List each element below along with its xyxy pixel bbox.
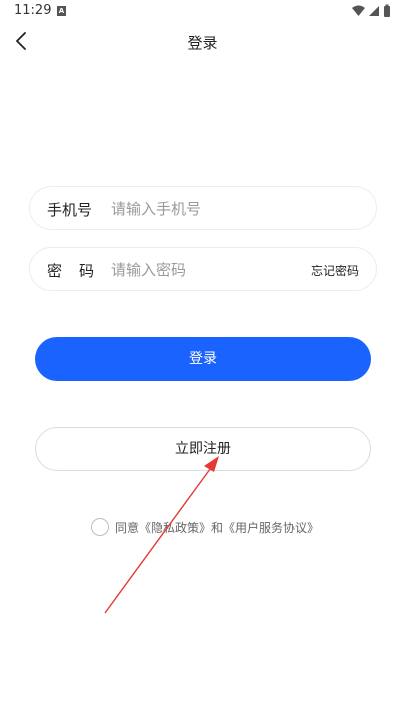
status-icons (351, 4, 393, 18)
agreement-row: 同意 《隐私政策》 和 《用户服务协议》 (91, 517, 319, 537)
password-label: 密码 (47, 262, 112, 280)
password-field: 密码 忘记密码 (29, 247, 377, 291)
phone-label: 手机号 (47, 201, 93, 219)
forgot-password-link[interactable]: 忘记密码 (311, 262, 359, 279)
battery-icon (384, 4, 390, 17)
notification-icon: A (57, 6, 66, 16)
terms-of-service-link[interactable]: 《用户服务协议》 (223, 519, 319, 536)
status-time: 11:29 (14, 3, 52, 18)
agree-checkbox[interactable] (91, 518, 109, 536)
agree-joiner: 和 (211, 520, 224, 535)
privacy-policy-link[interactable]: 《隐私政策》 (139, 519, 211, 536)
status-bar: 11:29 A (0, 0, 405, 24)
register-button[interactable]: 立即注册 (35, 427, 371, 471)
phone-field: 手机号 (29, 186, 377, 230)
password-input[interactable] (111, 259, 281, 281)
nav-bar: 登录 (0, 24, 405, 60)
agree-prefix: 同意 (115, 520, 140, 535)
page-title: 登录 (187, 34, 218, 52)
wifi-icon (352, 5, 365, 16)
phone-input[interactable] (111, 198, 311, 220)
login-button[interactable]: 登录 (35, 337, 371, 381)
signal-icon (369, 6, 379, 16)
